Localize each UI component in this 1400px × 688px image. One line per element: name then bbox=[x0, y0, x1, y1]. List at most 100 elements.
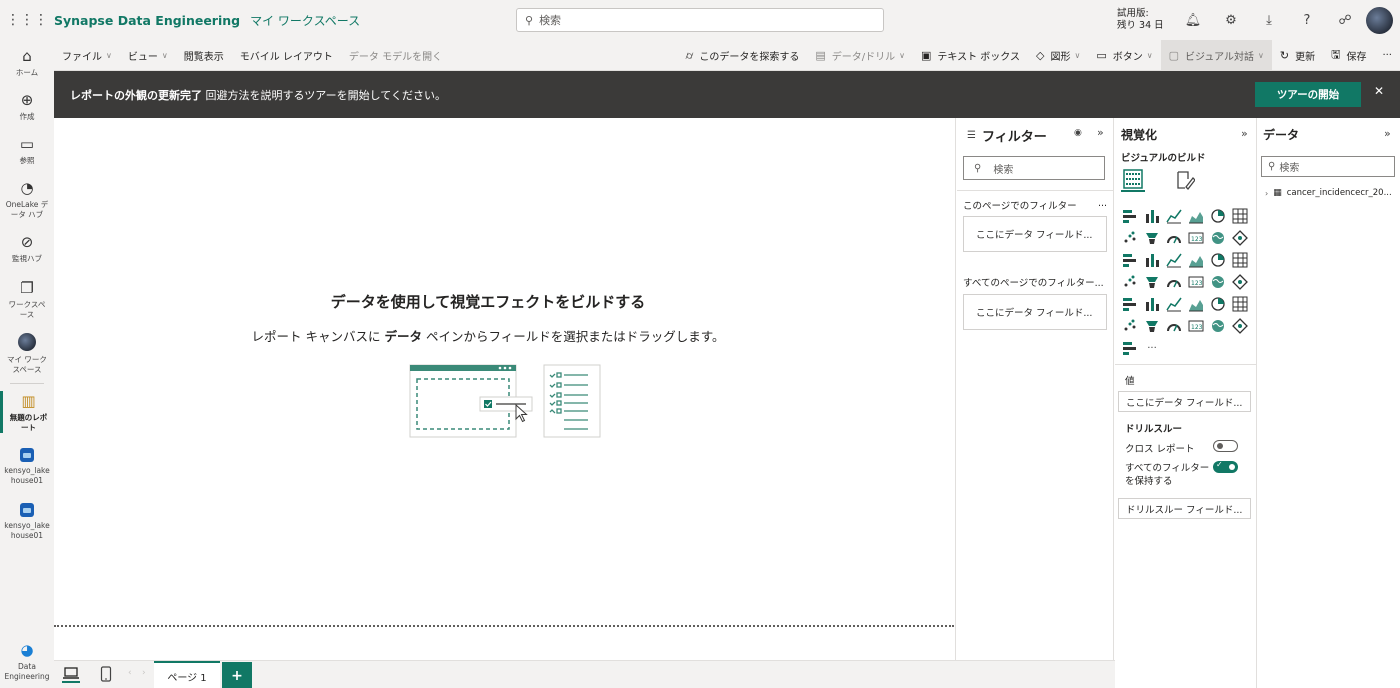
data-table-item[interactable]: › ▦ cancer_incidencecr_20... bbox=[1265, 188, 1392, 198]
area-chart-icon[interactable] bbox=[1144, 230, 1160, 246]
narrative-icon[interactable] bbox=[1144, 318, 1160, 334]
all-pages-filter-drop-well[interactable]: ここにデータ フィールド... bbox=[963, 294, 1107, 330]
share-icon[interactable]: ☍ bbox=[1326, 13, 1364, 28]
stacked-area-icon[interactable] bbox=[1166, 230, 1182, 246]
stacked-bar-icon[interactable] bbox=[1122, 208, 1138, 224]
paginated-report-icon[interactable]: 123 bbox=[1188, 318, 1204, 334]
matrix-icon[interactable] bbox=[1188, 296, 1204, 312]
azure-map-icon[interactable] bbox=[1166, 274, 1182, 290]
treemap-icon[interactable] bbox=[1232, 252, 1248, 268]
arcgis-icon[interactable] bbox=[1210, 318, 1226, 334]
qa-icon[interactable] bbox=[1122, 318, 1138, 334]
view-menu[interactable]: ビュー ∨ bbox=[120, 40, 176, 71]
desktop-view-button[interactable] bbox=[62, 667, 80, 683]
format-visual-tab[interactable] bbox=[1173, 168, 1197, 192]
chevron-left-icon[interactable]: ‹ bbox=[128, 668, 132, 678]
start-tour-button[interactable]: ツアーの開始 bbox=[1255, 82, 1361, 107]
chevron-right-icon[interactable]: » bbox=[1097, 126, 1104, 139]
bell-icon[interactable]: 🔔︎ bbox=[1174, 13, 1212, 28]
download-icon[interactable]: ⤓ bbox=[1250, 13, 1288, 28]
chevron-right-icon[interactable]: › bbox=[142, 668, 146, 678]
drillthrough-drop-well[interactable]: ドリルスルー フィールド... bbox=[1118, 498, 1251, 519]
buttons-menu[interactable]: ▭ ボタン ∨ bbox=[1088, 40, 1160, 71]
shapes-menu[interactable]: ◇ 図形 ∨ bbox=[1028, 40, 1088, 71]
eye-icon[interactable]: ◉ bbox=[1074, 128, 1082, 138]
file-menu[interactable]: ファイル ∨ bbox=[54, 40, 120, 71]
ribbon-chart-icon[interactable] bbox=[1232, 230, 1248, 246]
gear-icon[interactable]: ⚙ bbox=[1212, 13, 1250, 28]
stacked-column-icon[interactable] bbox=[1144, 208, 1160, 224]
filled-map-icon[interactable] bbox=[1144, 274, 1160, 290]
text-box-button[interactable]: ▣ テキスト ボックス bbox=[913, 40, 1028, 71]
nav-home[interactable]: ⌂ ホーム bbox=[0, 46, 54, 78]
chevron-right-icon[interactable]: › bbox=[1265, 189, 1268, 198]
values-drop-well[interactable]: ここにデータ フィールド... bbox=[1118, 391, 1251, 412]
open-data-model-button[interactable]: データ モデルを開く bbox=[341, 40, 450, 71]
nav-workspaces[interactable]: ❐ ワークスペ ース bbox=[0, 278, 54, 320]
nav-onelake[interactable]: ◔ OneLake デ ータ ハブ bbox=[0, 178, 54, 220]
page-tab-1[interactable]: ページ 1 bbox=[154, 661, 220, 688]
power-apps-icon[interactable] bbox=[1232, 318, 1248, 334]
more-visuals-button[interactable]: ··· bbox=[1144, 340, 1160, 356]
page-filter-drop-well[interactable]: ここにデータ フィールド... bbox=[963, 216, 1107, 252]
report-canvas[interactable]: データを使用して視覚エフェクトをビルドする レポート キャンバスに データ ペイ… bbox=[54, 118, 956, 660]
save-button[interactable]: 🖫︎ 保存 bbox=[1323, 40, 1374, 71]
nav-lakehouse-1[interactable]: kensyo_lake house01 bbox=[0, 448, 54, 486]
add-page-button[interactable]: + bbox=[222, 662, 252, 688]
multi-row-card-icon[interactable] bbox=[1232, 274, 1248, 290]
nav-lakehouse-2[interactable]: kensyo_lake house01 bbox=[0, 503, 54, 541]
app-launcher-icon[interactable]: ⋮⋮⋮ bbox=[0, 0, 54, 40]
reading-view-button[interactable]: 閲覧表示 bbox=[176, 40, 232, 71]
chevron-right-icon[interactable]: » bbox=[1384, 127, 1391, 140]
visual-chat-menu[interactable]: ▢ ビジュアル対話 ∨ bbox=[1160, 40, 1272, 71]
card-icon[interactable] bbox=[1210, 274, 1226, 290]
app-title[interactable]: Synapse Data Engineering bbox=[54, 13, 240, 28]
keep-filters-toggle[interactable] bbox=[1213, 460, 1238, 473]
trophy-icon[interactable] bbox=[1166, 318, 1182, 334]
key-influencers-icon[interactable] bbox=[1232, 296, 1248, 312]
line-chart-icon[interactable] bbox=[1122, 230, 1138, 246]
trial-status[interactable]: 試用版: 残り 34 日 bbox=[1117, 8, 1164, 32]
global-search-input[interactable]: ⚲ 検索 bbox=[516, 8, 884, 32]
map-icon[interactable] bbox=[1122, 274, 1138, 290]
chevron-right-icon[interactable]: » bbox=[1241, 127, 1248, 140]
explore-data-button[interactable]: ⌭ このデータを探索する bbox=[677, 40, 807, 71]
slicer-icon[interactable] bbox=[1144, 296, 1160, 312]
nav-monitor[interactable]: ⊘ 監視ハブ bbox=[0, 232, 54, 264]
scatter-icon[interactable] bbox=[1166, 252, 1182, 268]
cross-report-toggle[interactable] bbox=[1213, 440, 1238, 452]
avatar[interactable] bbox=[1366, 7, 1393, 34]
table-icon[interactable] bbox=[1166, 296, 1182, 312]
nav-browse[interactable]: ▭ 参照 bbox=[0, 134, 54, 166]
nav-create[interactable]: ⊕ 作成 bbox=[0, 90, 54, 122]
clustered-column-icon[interactable] bbox=[1188, 208, 1204, 224]
data-drill-menu[interactable]: ▤ データ/ドリル ∨ bbox=[807, 40, 913, 71]
nav-untitled-report[interactable]: ▥ 無題のレポ ート bbox=[0, 391, 54, 433]
workspace-breadcrumb[interactable]: マイ ワークスペース bbox=[250, 12, 360, 29]
filter-search-input[interactable]: ⚲ 検索 bbox=[963, 156, 1105, 180]
nav-data-engineering[interactable]: ◕ Data Engineering bbox=[0, 640, 54, 682]
refresh-button[interactable]: ↻ 更新 bbox=[1272, 40, 1323, 71]
clustered-bar-icon[interactable] bbox=[1166, 208, 1182, 224]
line-column-icon[interactable]: 123 bbox=[1188, 230, 1204, 246]
decomposition-tree-icon[interactable] bbox=[1210, 296, 1226, 312]
build-visual-tab[interactable] bbox=[1121, 168, 1145, 192]
pie-chart-icon[interactable] bbox=[1188, 252, 1204, 268]
close-icon[interactable]: ✕ bbox=[1374, 84, 1384, 98]
data-search-input[interactable]: ⚲ 検索 bbox=[1261, 156, 1395, 177]
waterfall-icon[interactable] bbox=[1122, 252, 1138, 268]
100-bar-icon[interactable] bbox=[1210, 208, 1226, 224]
more-options-button[interactable]: ··· bbox=[1374, 40, 1400, 71]
mobile-view-button[interactable] bbox=[100, 666, 112, 685]
mobile-layout-button[interactable]: モバイル レイアウト bbox=[232, 40, 341, 71]
nav-my-workspace[interactable]: マイ ワーク スペース bbox=[0, 333, 54, 375]
line-clustered-icon[interactable] bbox=[1210, 230, 1226, 246]
100-column-icon[interactable] bbox=[1232, 208, 1248, 224]
page-filters-more-button[interactable]: ... bbox=[1098, 198, 1107, 212]
funnel-icon[interactable] bbox=[1144, 252, 1160, 268]
kpi-icon[interactable] bbox=[1122, 296, 1138, 312]
donut-chart-icon[interactable] bbox=[1210, 252, 1226, 268]
help-icon[interactable]: ? bbox=[1288, 13, 1326, 28]
gauge-icon[interactable]: 123 bbox=[1188, 274, 1204, 290]
power-automate-icon[interactable] bbox=[1122, 340, 1138, 356]
